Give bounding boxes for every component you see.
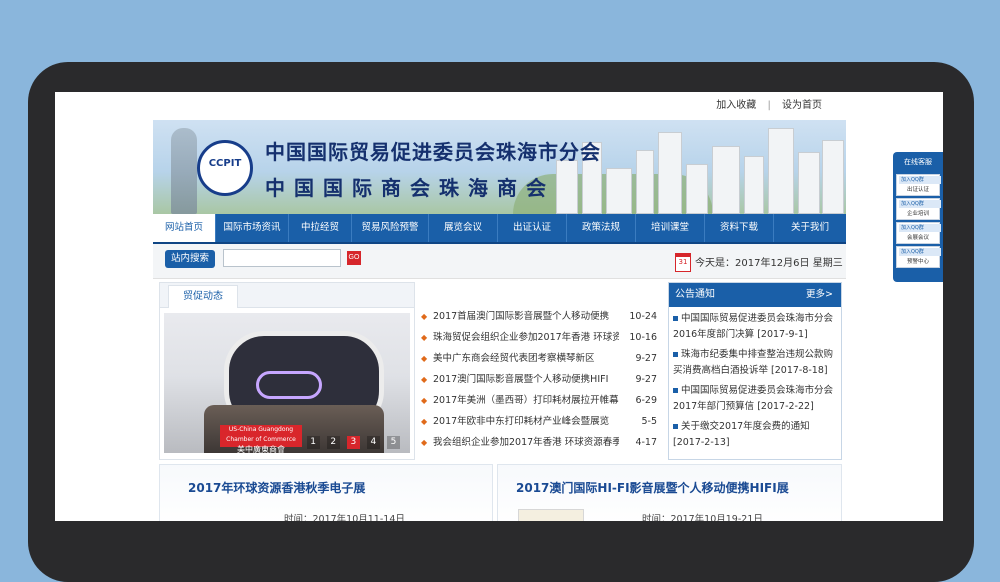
slide-page-4[interactable]: 4 [366, 436, 380, 449]
notice-item[interactable]: 关于缴交2017年度会费的通知 [2017-2-13] [673, 419, 835, 451]
bullet-icon: ◆ [421, 354, 428, 363]
nav-about[interactable]: 关于我们 [774, 214, 846, 242]
exhibition-card[interactable]: 2017澳门国际HI-FI影音展暨个人移动便携HIFI展 时间：2017年10月… [497, 464, 842, 521]
notice-item[interactable]: 珠海市纪委集中排查整治违规公款购买消费高档白酒投诉举 [2017-8-18] [673, 347, 835, 379]
today-date: 今天是：2017年12月6日 星期三 [695, 258, 843, 269]
notice-panel: 公告通知 更多> 中国国际贸易促进委员会珠海市分会2016年度部门决算 [201… [668, 282, 842, 460]
calendar-icon: 31 [675, 253, 691, 272]
nav-exhibitions[interactable]: 展览会议 [429, 214, 498, 242]
top-links: 加入收藏 | 设为首页 [153, 92, 846, 120]
online-service-widget: 在线客服 加入QQ群 出证认证 加入QQ群 企业培训 加入QQ群 会展会议 加入QQ群… [893, 152, 943, 282]
website-page: 加入收藏 | 设为首页 CCPIT 中国国际贸易促进委员会珠海市分会 中国国际商… [153, 92, 846, 521]
bullet-icon: ◆ [421, 375, 428, 384]
news-item[interactable]: ◆ 2017澳门国际影音展暨个人移动便携HIFI 9-27 [421, 369, 657, 390]
slideshow-pager: 1 2 3 4 5 [305, 429, 400, 449]
square-bullet-icon [673, 388, 678, 393]
bullet-icon: ◆ [421, 333, 428, 342]
main-nav: 网站首页 国际市场资讯 中拉经贸 贸易风险预警 展览会议 出证认证 政策法规 培… [153, 214, 846, 244]
site-title-line1: 中国国际贸易促进委员会珠海市分会 [265, 140, 601, 164]
chamber-banner: US-China Guangdong Chamber of Commerce 美… [220, 425, 302, 453]
square-bullet-icon [673, 424, 678, 429]
news-item[interactable]: ◆ 2017年欧非中东打印耗材产业峰会暨展览 5-5 [421, 411, 657, 432]
news-item[interactable]: ◆ 我会组织企业参加2017年香港 环球资源春季 4-17 [421, 432, 657, 453]
set-homepage-link[interactable]: 设为首页 [778, 100, 826, 111]
statue-figure [171, 128, 197, 214]
nav-certification[interactable]: 出证认证 [498, 214, 567, 242]
add-favorite-link[interactable]: 加入收藏 [712, 100, 760, 111]
news-item[interactable]: ◆ 珠海贸促会组织企业参加2017年香港 环球资 10-16 [421, 327, 657, 348]
join-qq-button[interactable]: 加入QQ群 [899, 176, 941, 184]
notice-item[interactable]: 中国国际贸易促进委员会珠海市分会2017年部门预算信 [2017-2-22] [673, 383, 835, 415]
exhibition-card[interactable]: 2017年环球资源香港秋季电子展 时间：2017年10月11-14日 [159, 464, 493, 521]
banner-chinese-text: 美中廣東商會 [237, 445, 285, 453]
ccpit-logo: CCPIT [197, 140, 253, 196]
bullet-icon: ◆ [421, 438, 428, 447]
slide-page-5[interactable]: 5 [387, 436, 400, 449]
search-input[interactable] [223, 249, 341, 267]
exhibition-title: 2017澳门国际HI-FI影音展暨个人移动便携HIFI展 [516, 481, 789, 495]
news-slideshow[interactable]: US-China Guangdong Chamber of Commerce 美… [164, 313, 410, 453]
notice-title: 公告通知 [675, 289, 715, 300]
search-go-button[interactable]: GO [347, 251, 361, 265]
notice-item[interactable]: 中国国际贸易促进委员会珠海市分会2016年度部门决算 [2017-9-1] [673, 311, 835, 343]
square-bullet-icon [673, 316, 678, 321]
nav-intl-market[interactable]: 国际市场资讯 [216, 214, 289, 242]
notice-more-link[interactable]: 更多> [806, 283, 833, 307]
exhibition-thumbnail [518, 509, 584, 521]
search-label: 站内搜索 [165, 250, 215, 268]
slide-page-2[interactable]: 2 [326, 436, 340, 449]
news-list: ◆ 2017首届澳门国际影音展暨个人移动便携 10-24 ◆ 珠海贸促会组织企业参加2… [421, 306, 657, 453]
nav-china-latam[interactable]: 中拉经贸 [289, 214, 352, 242]
news-item[interactable]: ◆ 2017年美洲（墨西哥）打印耗材展拉开帷幕 6-29 [421, 390, 657, 411]
exhibition-date: 时间：2017年10月19-21日 [642, 514, 763, 521]
qq-group-item[interactable]: 加入QQ群 企业培训 [896, 198, 941, 220]
join-qq-button[interactable]: 加入QQ群 [899, 248, 941, 256]
online-service-title: 在线客服 [904, 158, 932, 166]
nav-home[interactable]: 网站首页 [153, 214, 216, 242]
join-qq-button[interactable]: 加入QQ群 [899, 200, 941, 208]
bullet-icon: ◆ [421, 396, 428, 405]
nav-downloads[interactable]: 资料下载 [705, 214, 774, 242]
nav-policy[interactable]: 政策法规 [567, 214, 636, 242]
tab-trade-news[interactable]: 贸促动态 [168, 285, 238, 308]
site-title-line2: 中国国际商会珠海商会 [265, 176, 555, 200]
infinity-sign [256, 371, 322, 399]
square-bullet-icon [673, 352, 678, 357]
banner-english-text: US-China Guangdong Chamber of Commerce [226, 426, 296, 443]
top-links-separator: | [767, 100, 771, 111]
slide-page-3[interactable]: 3 [346, 436, 360, 449]
banner-city-skyline [546, 120, 846, 214]
join-qq-button[interactable]: 加入QQ群 [899, 224, 941, 232]
nav-training[interactable]: 培训课堂 [636, 214, 705, 242]
search-bar: 站内搜索 GO 31 今天是：2017年12月6日 星期三 [153, 244, 846, 279]
exhibition-date: 时间：2017年10月11-14日 [284, 514, 405, 521]
news-item[interactable]: ◆ 2017首届澳门国际影音展暨个人移动便携 10-24 [421, 306, 657, 327]
nav-trade-risk[interactable]: 贸易风险预警 [352, 214, 429, 242]
qq-group-item[interactable]: 加入QQ群 出证认证 [896, 174, 941, 196]
trade-news-panel: 贸促动态 US-China Guangdong Chamber of Comme… [159, 282, 415, 460]
slide-page-1[interactable]: 1 [306, 436, 320, 449]
news-item[interactable]: ◆ 美中广东商会经贸代表团考察横琴新区 9-27 [421, 348, 657, 369]
bullet-icon: ◆ [421, 312, 428, 321]
header-banner: CCPIT 中国国际贸易促进委员会珠海市分会 中国国际商会珠海商会 [153, 120, 846, 214]
bullet-icon: ◆ [421, 417, 428, 426]
exhibition-title: 2017年环球资源香港秋季电子展 [188, 481, 366, 495]
qq-group-item[interactable]: 加入QQ群 预警中心 [896, 246, 941, 268]
browser-screen: 加入收藏 | 设为首页 CCPIT 中国国际贸易促进委员会珠海市分会 中国国际商… [55, 92, 943, 521]
qq-group-item[interactable]: 加入QQ群 会展会议 [896, 222, 941, 244]
